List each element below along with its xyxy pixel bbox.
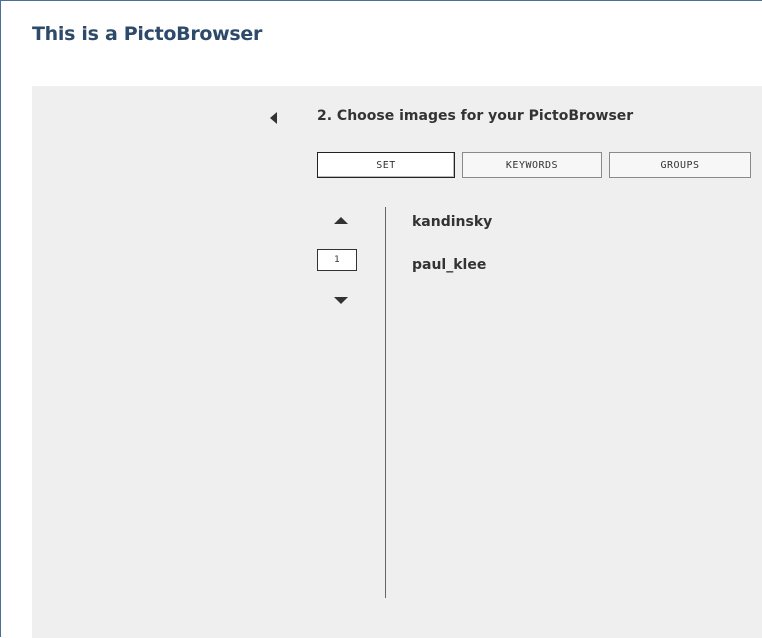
pictobrowser-panel: 2. Choose images for your PictoBrowser S… xyxy=(32,86,762,638)
tab-set[interactable]: SET xyxy=(317,152,455,178)
caret-down-icon[interactable] xyxy=(334,297,348,304)
app-frame: This is a PictoBrowser 2. Choose images … xyxy=(0,0,762,638)
vertical-divider xyxy=(385,207,386,598)
list-item-paul-klee[interactable]: paul_klee xyxy=(412,255,492,279)
list-item-kandinsky[interactable]: kandinsky xyxy=(412,212,492,236)
tab-groups[interactable]: GROUPS xyxy=(609,152,751,178)
page-number-box: 1 xyxy=(317,249,357,271)
caret-up-icon[interactable] xyxy=(334,217,348,224)
tab-keywords[interactable]: KEYWORDS xyxy=(462,152,602,178)
page-title: This is a PictoBrowser xyxy=(32,23,263,45)
step-title: 2. Choose images for your PictoBrowser xyxy=(317,108,634,124)
set-list: kandinsky paul_klee xyxy=(412,212,492,297)
caret-left-icon[interactable] xyxy=(270,112,277,124)
